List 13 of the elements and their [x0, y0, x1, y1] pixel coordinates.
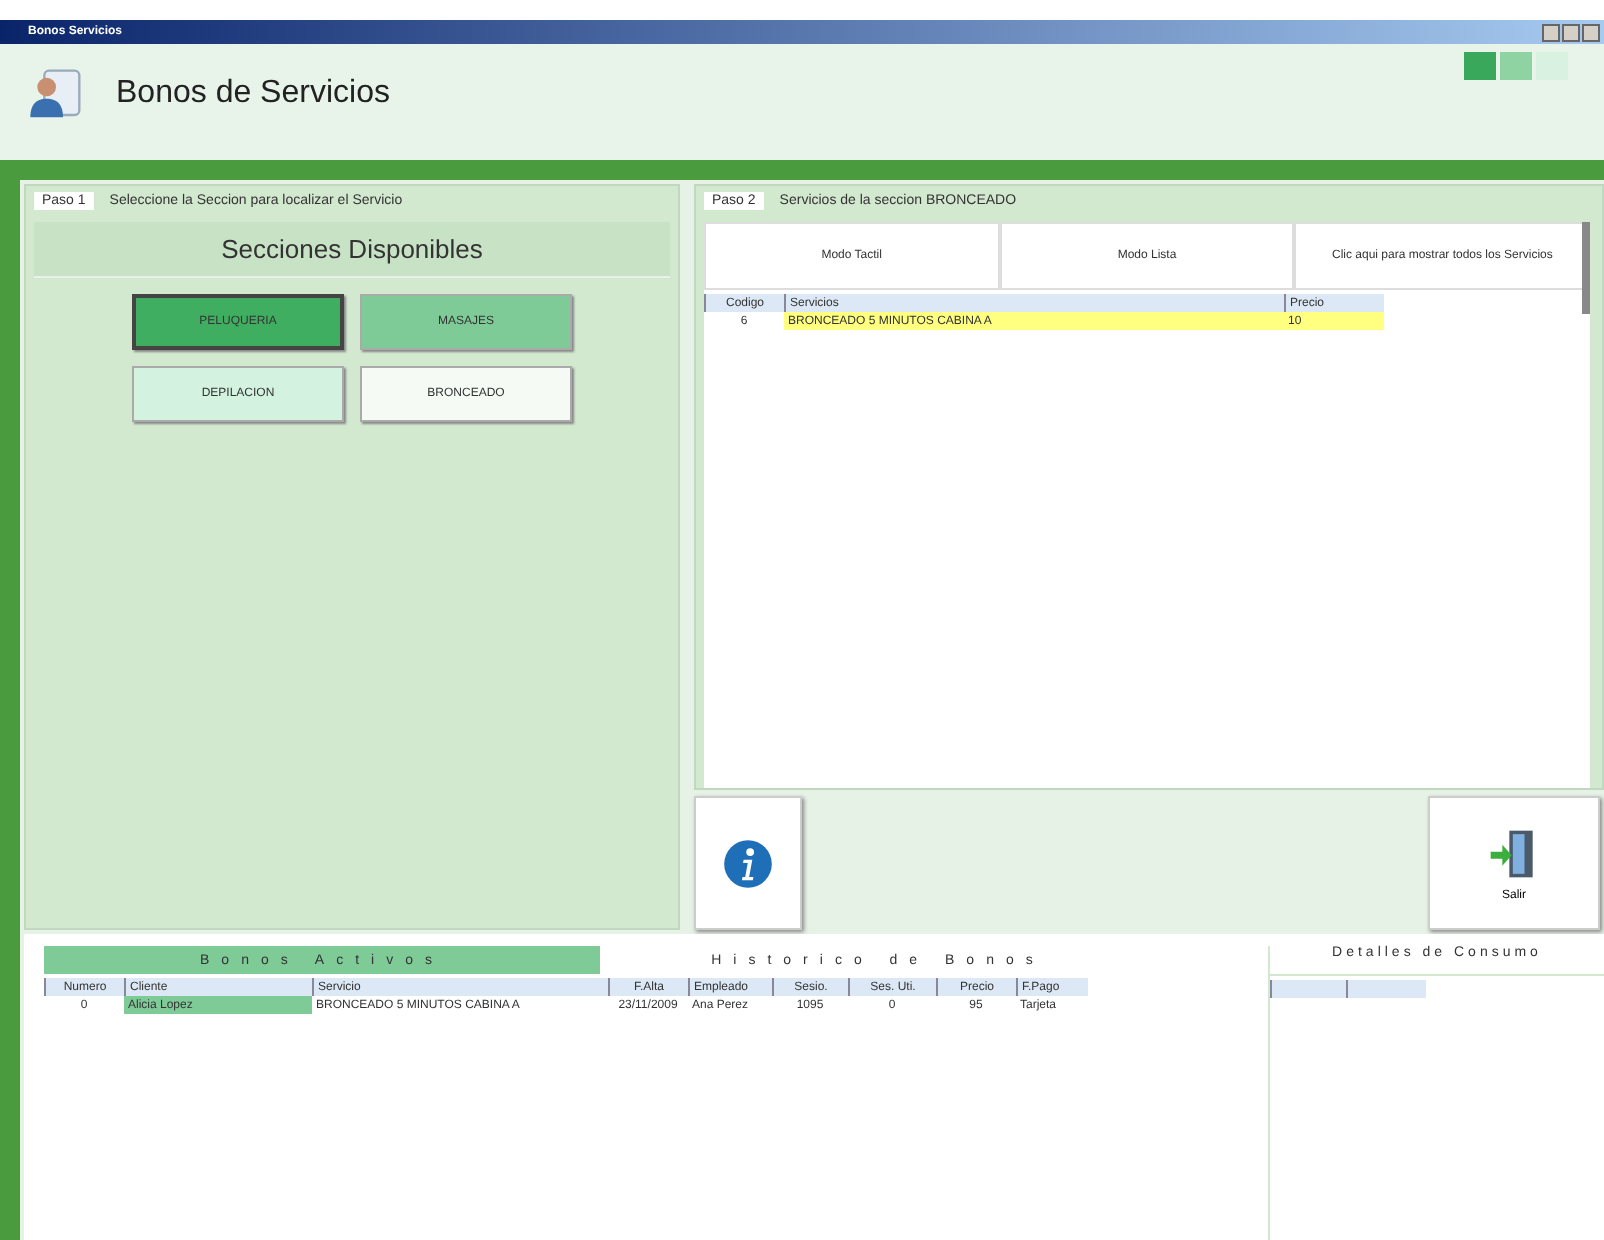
color-square [1464, 52, 1496, 80]
close-button[interactable] [1582, 23, 1600, 41]
user-card-icon [28, 66, 84, 122]
color-square [1500, 52, 1532, 80]
scrollbar[interactable] [1582, 222, 1590, 314]
sections-heading: Secciones Disponibles [34, 222, 670, 276]
page-title: Bonos de Servicios [116, 76, 390, 112]
maximize-button[interactable] [1562, 23, 1580, 41]
minimize-button[interactable] [1542, 23, 1560, 41]
column-header[interactable] [1346, 980, 1426, 998]
column-header[interactable] [1270, 980, 1346, 998]
info-button[interactable] [694, 796, 802, 930]
info-icon [722, 837, 774, 889]
